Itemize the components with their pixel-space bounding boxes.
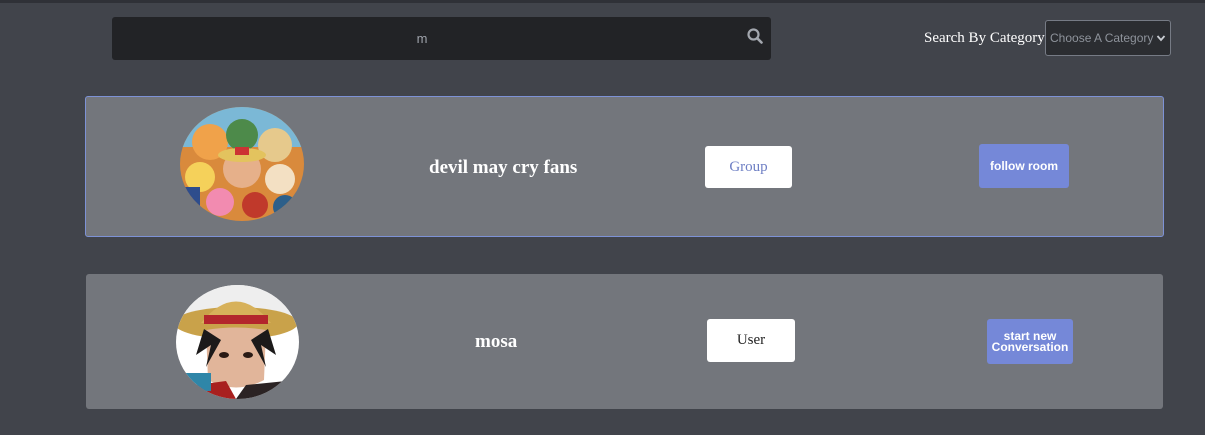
avatar: [176, 285, 299, 399]
group-avatar-image: [180, 107, 304, 221]
start-conversation-button[interactable]: start new Conversation: [987, 319, 1073, 364]
search-input[interactable]: [112, 17, 732, 60]
category-select[interactable]: Choose A Category: [1045, 20, 1171, 56]
search-icon[interactable]: [746, 27, 764, 45]
user-avatar-image: [176, 285, 299, 399]
top-border: [0, 0, 1205, 3]
category-label: Search By Category:: [924, 30, 1049, 46]
result-card[interactable]: mosa User start new Conversation: [86, 274, 1163, 409]
result-name: devil may cry fans: [429, 157, 578, 178]
chevron-down-icon: [1156, 35, 1166, 42]
result-name: mosa: [475, 331, 518, 352]
result-type-badge: Group: [705, 146, 792, 188]
avatar: [180, 107, 304, 221]
search-bar: [112, 17, 771, 60]
result-type-badge: User: [707, 319, 795, 362]
follow-room-button[interactable]: follow room: [979, 144, 1069, 188]
result-card[interactable]: devil may cry fans Group follow room: [85, 96, 1164, 237]
category-select-value: Choose A Category: [1050, 31, 1154, 45]
